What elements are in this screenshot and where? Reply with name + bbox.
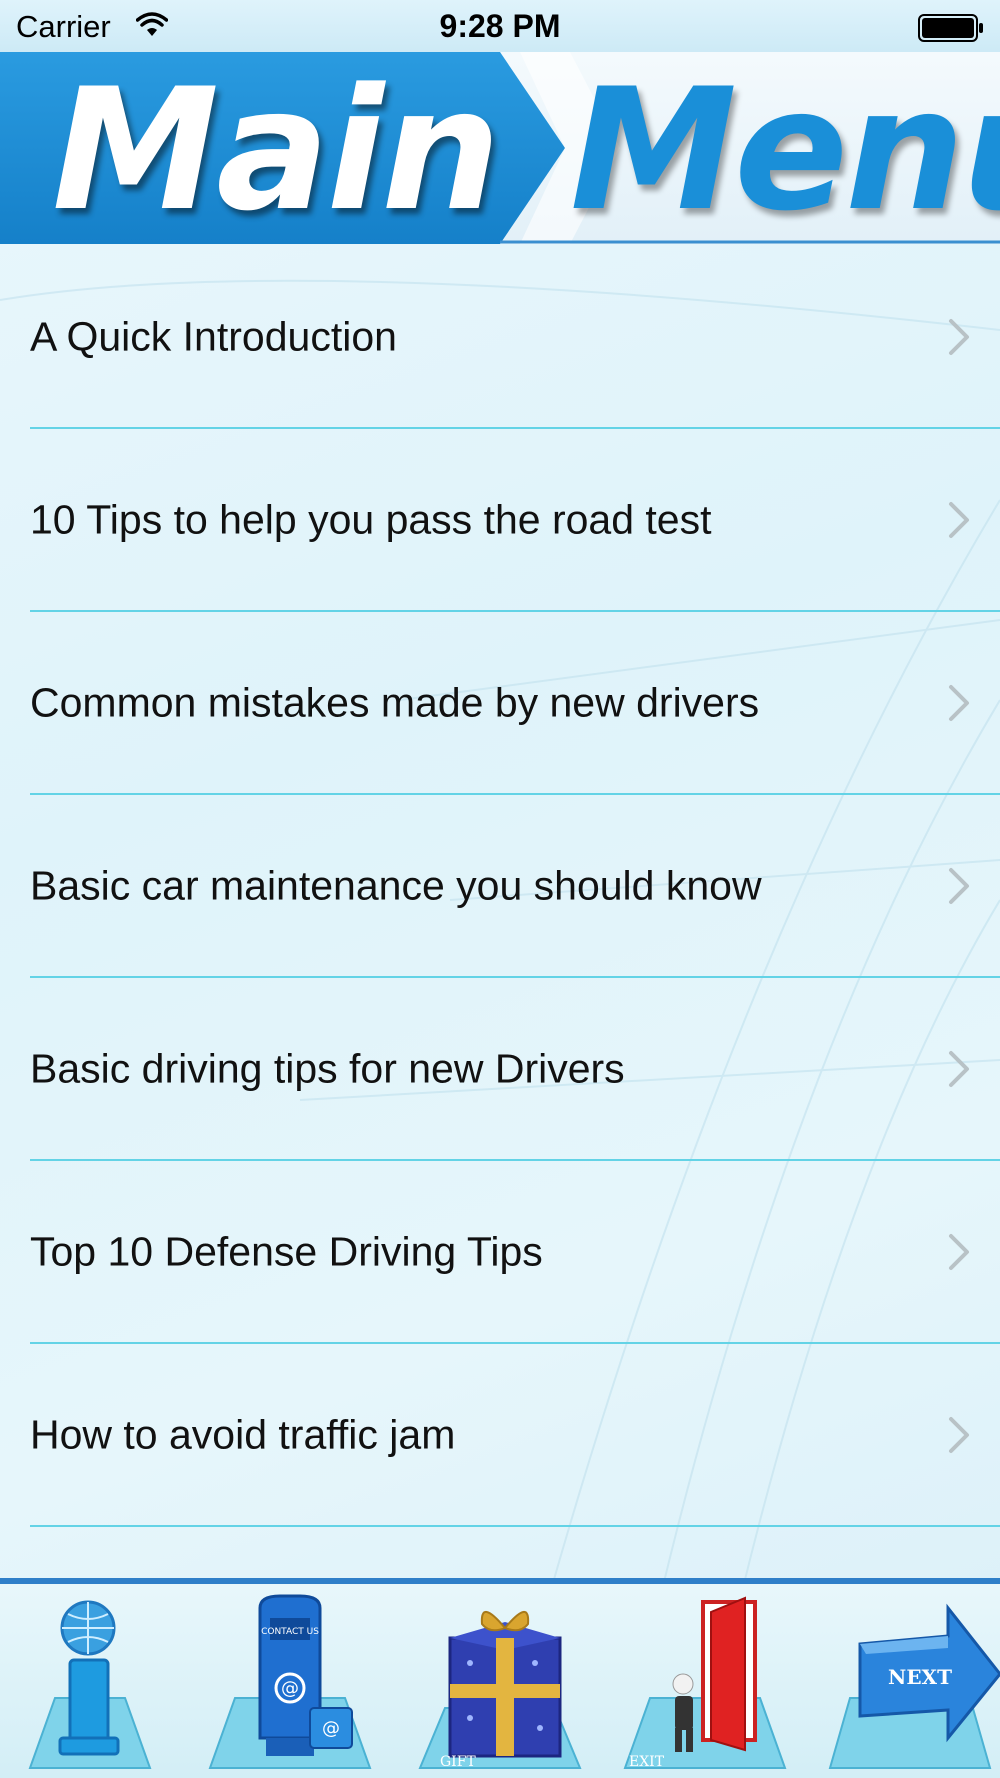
- gift-label: GIFT: [440, 1754, 476, 1770]
- header-banner: Main Menu: [0, 52, 1000, 244]
- next-button[interactable]: NEXT: [820, 1588, 1000, 1778]
- menu-item-label: A Quick Introduction: [30, 313, 397, 359]
- menu-item-car-maintenance[interactable]: Basic car maintenance you should know: [30, 795, 1000, 978]
- contact-us-button[interactable]: CONTACT US @ @: [200, 1588, 380, 1778]
- next-arrow-icon: NEXT: [828, 1603, 1000, 1769]
- svg-text:@: @: [281, 1678, 299, 1699]
- menu-item-avoid-traffic-jam[interactable]: How to avoid traffic jam: [30, 1344, 1000, 1527]
- menu-item-label: Basic car maintenance you should know: [30, 862, 762, 908]
- status-time: 9:28 PM: [439, 8, 561, 44]
- next-label: NEXT: [888, 1665, 952, 1689]
- info-icon: [28, 1600, 152, 1769]
- menu-item-defense-driving-tips[interactable]: Top 10 Defense Driving Tips: [30, 1161, 1000, 1344]
- menu-item-common-mistakes[interactable]: Common mistakes made by new drivers: [30, 612, 1000, 795]
- menu-item-basic-driving-tips[interactable]: Basic driving tips for new Drivers: [30, 978, 1000, 1161]
- contact-label: CONTACT US: [261, 1627, 319, 1637]
- main-menu-list: A Quick Introduction 10 Tips to help you…: [0, 246, 1000, 1527]
- bottom-toolbar: CONTACT US @ @ GIFT EXIT NEXT: [0, 1578, 1000, 1778]
- exit-label: EXIT: [629, 1754, 665, 1770]
- info-button[interactable]: [0, 1588, 180, 1778]
- chevron-right-icon: [949, 1233, 969, 1270]
- menu-item-label: Basic driving tips for new Drivers: [30, 1045, 625, 1091]
- exit-door-icon: EXIT: [623, 1596, 787, 1770]
- battery-icon: [918, 14, 983, 42]
- menu-item-road-test-tips[interactable]: 10 Tips to help you pass the road test: [30, 429, 1000, 612]
- mailbox-icon: CONTACT US @ @: [208, 1594, 372, 1769]
- chevron-right-icon: [949, 1050, 969, 1087]
- exit-button[interactable]: EXIT: [615, 1588, 795, 1778]
- menu-item-quick-introduction[interactable]: A Quick Introduction: [30, 246, 1000, 429]
- menu-item-label: Common mistakes made by new drivers: [30, 679, 760, 725]
- chevron-right-icon: [949, 684, 969, 721]
- chevron-right-icon: [949, 1416, 969, 1453]
- menu-item-label: 10 Tips to help you pass the road test: [30, 496, 712, 542]
- page-title-main: Main: [52, 52, 501, 244]
- gift-button[interactable]: GIFT: [410, 1588, 590, 1778]
- gift-icon: GIFT: [418, 1611, 582, 1770]
- menu-item-label: Top 10 Defense Driving Tips: [30, 1228, 543, 1274]
- menu-item-label: How to avoid traffic jam: [30, 1411, 456, 1457]
- chevron-right-icon: [949, 867, 969, 904]
- svg-text:@: @: [322, 1718, 340, 1739]
- page-title-menu: Menu: [570, 52, 1000, 244]
- chevron-right-icon: [949, 318, 969, 355]
- status-bar: Carrier 9:28 PM: [0, 0, 1000, 52]
- chevron-right-icon: [949, 501, 969, 538]
